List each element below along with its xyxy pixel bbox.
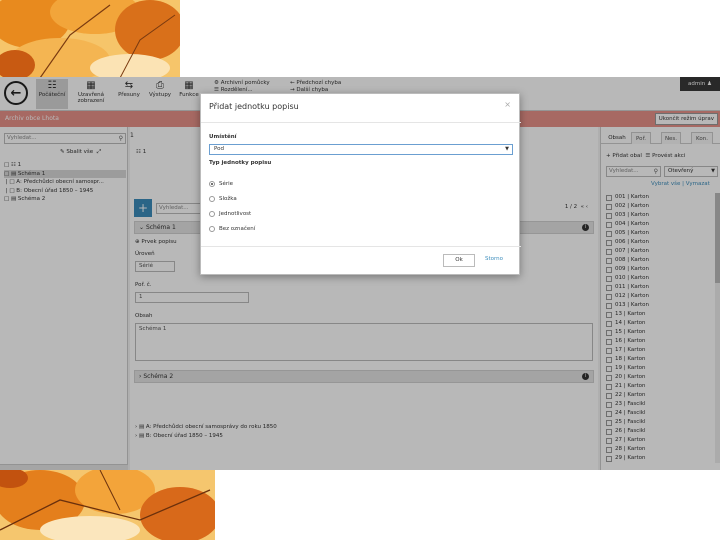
chevron-down-icon: ▼ [505,146,509,152]
cancel-button[interactable]: Storno [485,256,503,262]
dialog-divider [201,122,521,123]
unit-type-label: Typ jednotky popisu [209,160,272,166]
radio-series[interactable]: Série [209,180,233,188]
radio-item[interactable]: Jednotlivost [209,210,251,218]
placement-value: Pod [214,146,224,152]
radio-folder[interactable]: Složka [209,195,237,203]
radio-button[interactable] [209,196,215,202]
add-description-unit-dialog: Přidat jednotku popisu × Umístění Pod ▼ … [200,93,521,275]
radio-button[interactable] [209,211,215,217]
placement-label: Umístění [209,134,237,140]
slide: ← ☷ Počáteční ▦ Uzavřená zobrazení ⇆ Pře… [0,0,720,540]
ok-button[interactable]: Ok [443,254,475,267]
dialog-divider [201,246,521,247]
radio-label: Bez označení [219,226,256,232]
radio-label: Jednotlivost [219,211,252,217]
radio-unmarked[interactable]: Bez označení [209,225,255,233]
autumn-leaves-image [0,470,215,540]
radio-label: Složka [219,196,237,202]
radio-button[interactable] [209,226,215,232]
radio-label: Série [219,181,234,187]
dialog-title: Přidat jednotku popisu [209,102,299,111]
radio-button-selected[interactable] [209,181,215,187]
close-icon[interactable]: × [504,100,511,109]
app-window: ← ☷ Počáteční ▦ Uzavřená zobrazení ⇆ Pře… [0,77,720,470]
placement-select[interactable]: Pod ▼ [209,144,513,155]
autumn-leaves-image [0,0,180,78]
